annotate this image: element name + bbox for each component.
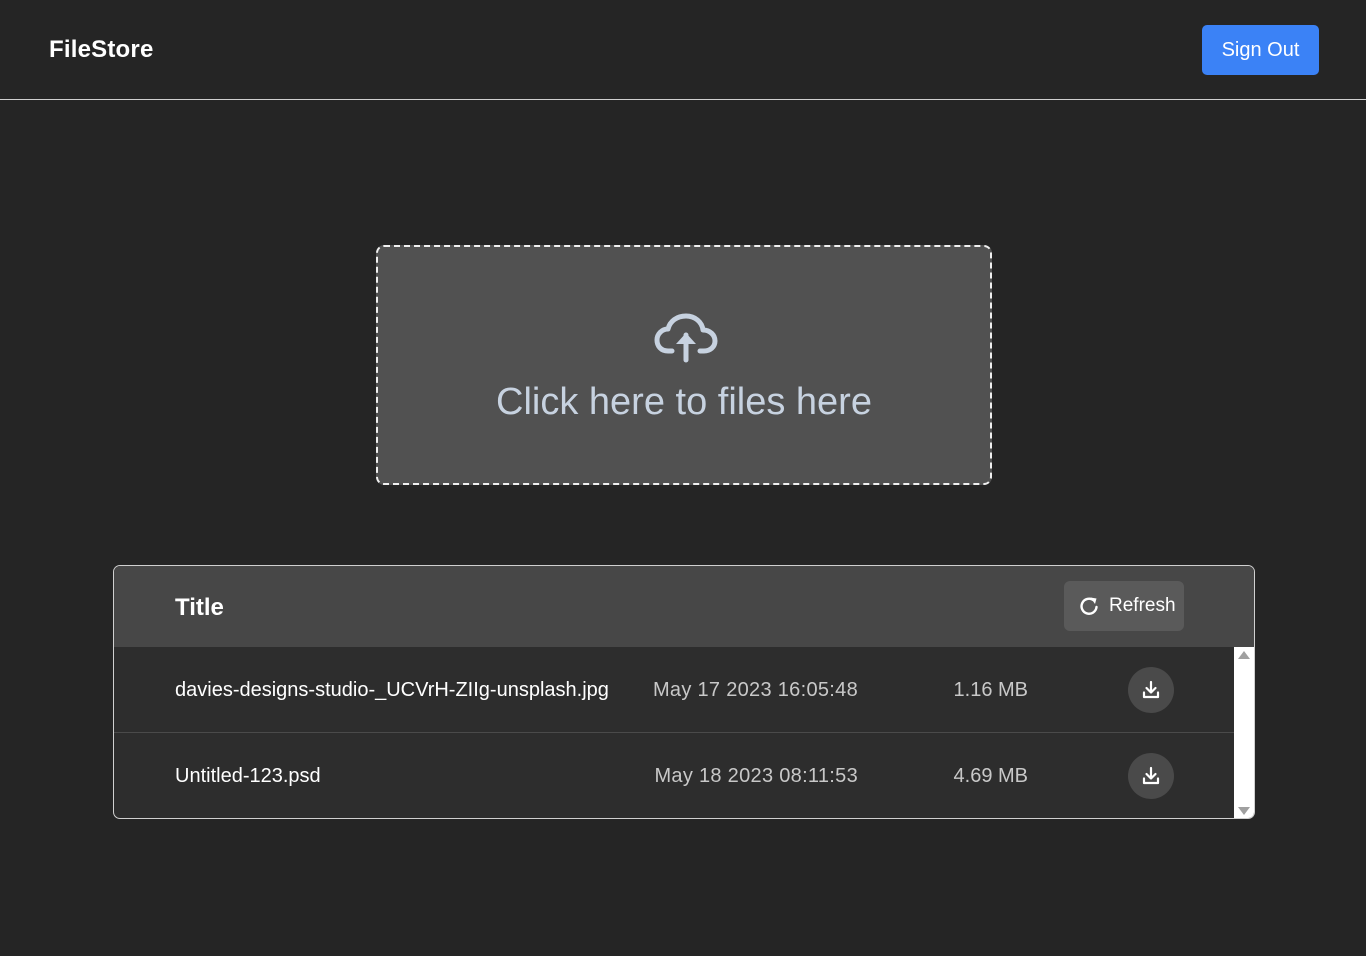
file-size: 4.69 MB <box>953 765 1028 787</box>
table-row: davies-designs-studio-_UCVrH-ZIIg-unspla… <box>114 647 1234 733</box>
table-header: Title Refresh <box>114 566 1254 647</box>
scroll-up-arrow-icon[interactable] <box>1238 651 1250 659</box>
cloud-upload-icon <box>654 313 718 363</box>
sign-out-button[interactable]: Sign Out <box>1202 25 1319 75</box>
navbar: FileStore Sign Out <box>0 0 1366 100</box>
file-date: May 17 2023 16:05:48 <box>652 679 858 701</box>
brand-logo-text[interactable]: FileStore <box>49 36 154 64</box>
scroll-down-arrow-icon[interactable] <box>1238 807 1250 815</box>
file-name: davies-designs-studio-_UCVrH-ZIIg-unspla… <box>175 679 609 701</box>
upload-dropzone[interactable]: Click here to files here <box>376 245 992 485</box>
table-scrollbar[interactable] <box>1234 647 1254 818</box>
files-table: Title Refresh davies-designs-studio-_UCV… <box>113 565 1255 819</box>
file-list: davies-designs-studio-_UCVrH-ZIIg-unspla… <box>114 647 1234 818</box>
file-date: May 18 2023 08:11:53 <box>654 765 858 787</box>
file-size: 1.16 MB <box>953 679 1028 701</box>
upload-instruction: Click here to files here <box>496 381 872 423</box>
table-title: Title <box>175 594 224 621</box>
table-row: Untitled-123.psd May 18 2023 08:11:53 4.… <box>114 733 1234 818</box>
refresh-icon <box>1080 597 1098 615</box>
download-button[interactable] <box>1128 753 1174 799</box>
file-name: Untitled-123.psd <box>175 765 321 787</box>
download-icon <box>1142 766 1160 785</box>
download-button[interactable] <box>1128 667 1174 713</box>
refresh-label: Refresh <box>1109 595 1176 616</box>
refresh-button[interactable]: Refresh <box>1064 581 1184 631</box>
download-icon <box>1142 680 1160 699</box>
